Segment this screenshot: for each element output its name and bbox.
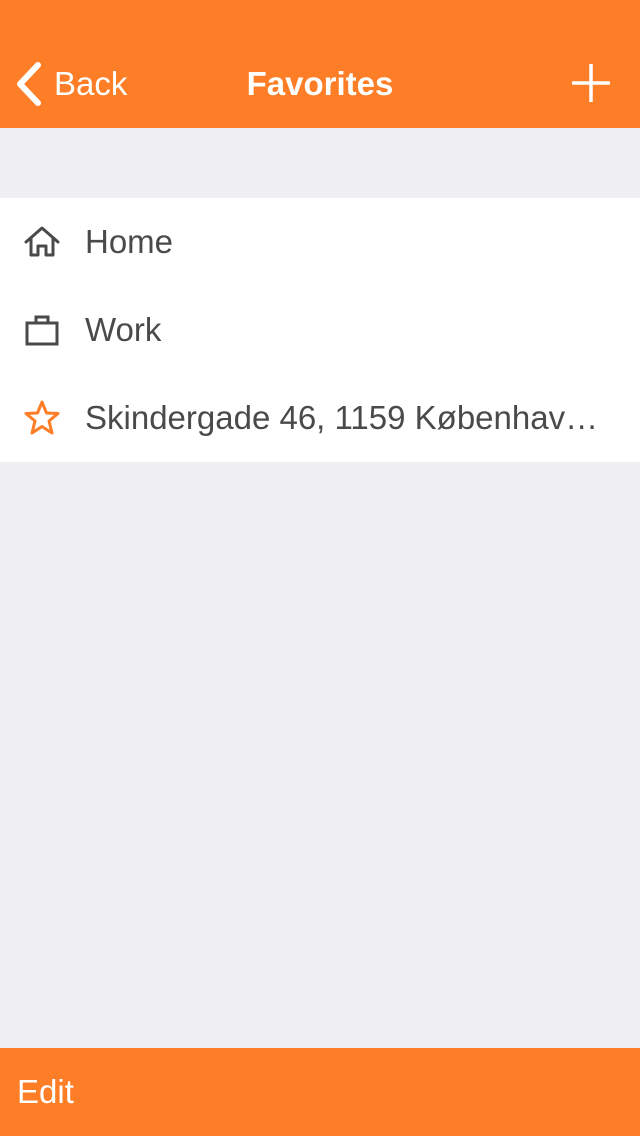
add-favorite-button[interactable] bbox=[572, 64, 610, 102]
edit-button[interactable]: Edit bbox=[17, 1048, 74, 1136]
briefcase-icon bbox=[24, 312, 60, 348]
navigation-bar: Back Favorites bbox=[0, 0, 640, 128]
favorite-label: Skindergade 46, 1159 København K bbox=[85, 399, 604, 436]
bottom-toolbar: Edit bbox=[0, 1048, 640, 1136]
favorite-label: Home bbox=[85, 223, 174, 260]
favorite-item-address[interactable]: Skindergade 46, 1159 København K bbox=[0, 374, 640, 462]
chevron-left-icon bbox=[17, 62, 41, 106]
favorites-list: Home Work Skindergade 46, 1159 København… bbox=[0, 198, 640, 462]
back-button[interactable]: Back bbox=[14, 58, 127, 110]
favorite-item-home[interactable]: Home bbox=[0, 198, 640, 286]
plus-icon bbox=[572, 64, 610, 102]
star-icon bbox=[24, 400, 60, 436]
home-icon bbox=[24, 224, 60, 260]
back-label: Back bbox=[54, 65, 128, 102]
favorite-label: Work bbox=[85, 311, 162, 348]
favorite-item-work[interactable]: Work bbox=[0, 286, 640, 374]
